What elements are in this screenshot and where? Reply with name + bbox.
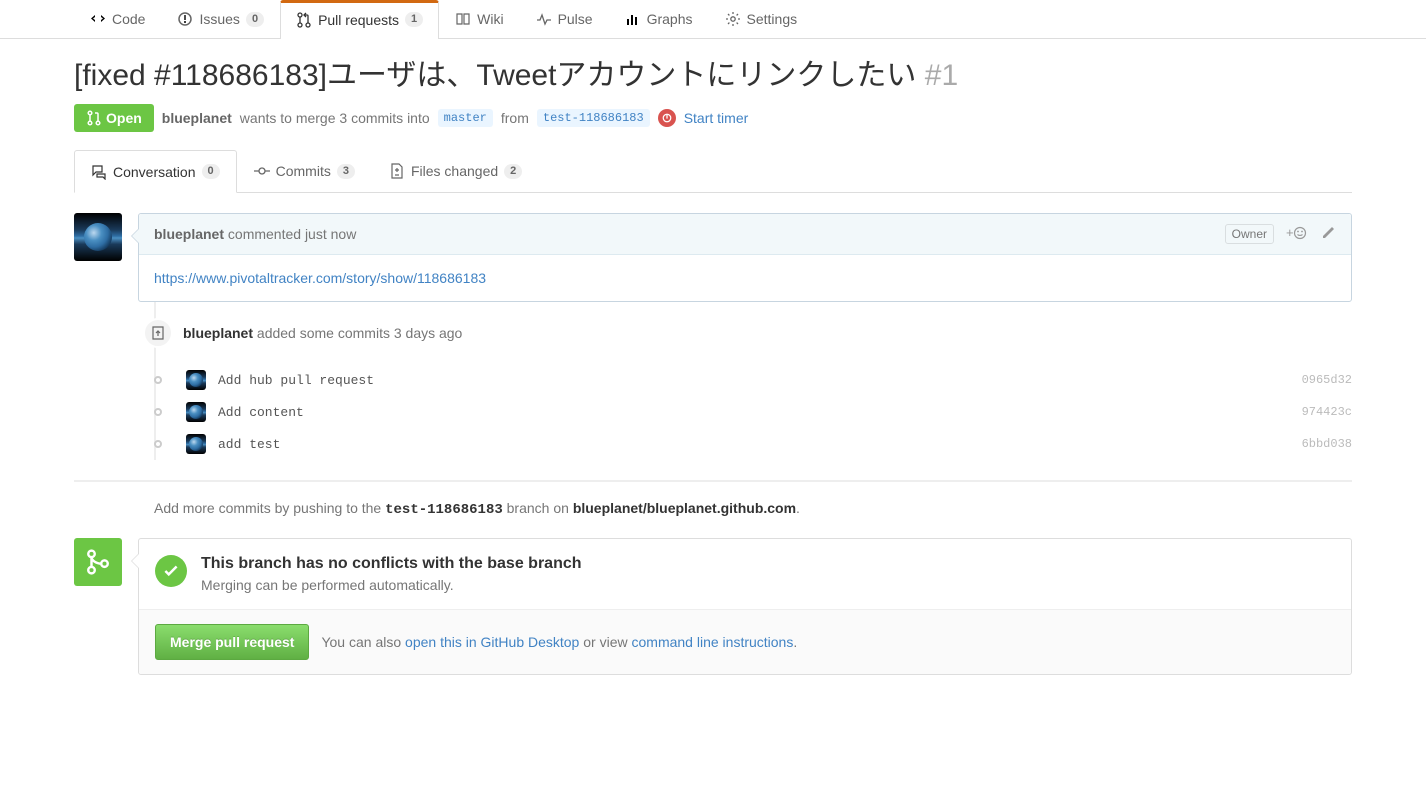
merge-button[interactable]: Merge pull request xyxy=(155,624,309,660)
tab-pulse[interactable]: Pulse xyxy=(520,0,609,38)
subtab-commits[interactable]: Commits 3 xyxy=(237,150,372,192)
pr-number: #1 xyxy=(925,59,958,92)
edit-comment-button[interactable] xyxy=(1320,225,1336,244)
tab-wiki[interactable]: Wiki xyxy=(439,0,519,38)
avatar[interactable] xyxy=(186,370,206,390)
commit-row[interactable]: Add hub pull request 0965d32 xyxy=(158,364,1352,396)
merge-status-title: This branch has no conflicts with the ba… xyxy=(201,555,582,573)
cli-instructions-link[interactable]: command line instructions xyxy=(632,634,794,650)
commit-sha[interactable]: 974423c xyxy=(1302,405,1352,419)
commit-dot-icon xyxy=(154,408,162,416)
commit-sha[interactable]: 0965d32 xyxy=(1302,373,1352,387)
gear-icon xyxy=(725,11,741,27)
commit-message[interactable]: add test xyxy=(218,437,1290,452)
comment: blueplanet commented just now Owner + xyxy=(138,213,1352,302)
push-hint: Add more commits by pushing to the test-… xyxy=(154,500,1352,518)
file-diff-icon xyxy=(389,163,405,179)
merge-also-text: You can also open this in GitHub Desktop… xyxy=(321,634,797,650)
comment-discussion-icon xyxy=(91,164,107,180)
merge-icon xyxy=(74,538,122,586)
tab-code[interactable]: Code xyxy=(74,0,161,38)
pull-request-icon xyxy=(86,110,102,126)
commits-count: 3 xyxy=(337,164,355,179)
commit-row[interactable]: add test 6bbd038 xyxy=(158,428,1352,460)
merge-box: This branch has no conflicts with the ba… xyxy=(138,538,1352,675)
pr-author[interactable]: blueplanet xyxy=(162,110,232,126)
open-desktop-link[interactable]: open this in GitHub Desktop xyxy=(405,634,579,650)
tab-issues[interactable]: Issues 0 xyxy=(161,0,280,38)
tab-issues-label: Issues xyxy=(199,11,239,27)
tab-settings-label: Settings xyxy=(747,11,798,27)
tab-code-label: Code xyxy=(112,11,145,27)
base-branch[interactable]: master xyxy=(438,109,493,127)
pulls-count: 1 xyxy=(405,12,423,27)
avatar[interactable] xyxy=(186,434,206,454)
timer-icon[interactable] xyxy=(658,109,676,127)
comment-author[interactable]: blueplanet xyxy=(154,226,224,242)
merge-text: wants to merge 3 commits into xyxy=(240,110,430,126)
owner-badge: Owner xyxy=(1225,224,1274,244)
commit-dot-icon xyxy=(154,376,162,384)
avatar[interactable] xyxy=(186,402,206,422)
pr-title: [fixed #118686183]ユーザは、Tweetアカウントにリンクしたい… xyxy=(74,59,1352,92)
commit-row[interactable]: Add content 974423c xyxy=(158,396,1352,428)
merge-status-sub: Merging can be performed automatically. xyxy=(201,577,582,593)
issues-count: 0 xyxy=(246,12,264,27)
tab-pulls-label: Pull requests xyxy=(318,12,399,28)
pulse-icon xyxy=(536,11,552,27)
tab-graphs[interactable]: Graphs xyxy=(609,0,709,38)
conversation-count: 0 xyxy=(202,164,220,179)
files-count: 2 xyxy=(504,164,522,179)
head-branch[interactable]: test-118686183 xyxy=(537,109,650,127)
graph-icon xyxy=(625,11,641,27)
tab-wiki-label: Wiki xyxy=(477,11,503,27)
state-badge: Open xyxy=(74,104,154,132)
svg-text:+: + xyxy=(1286,225,1294,240)
tab-pull-requests[interactable]: Pull requests 1 xyxy=(280,0,439,39)
commits-event-text: blueplanet added some commits 3 days ago xyxy=(183,325,462,341)
tab-pulse-label: Pulse xyxy=(558,11,593,27)
comment-link[interactable]: https://www.pivotaltracker.com/story/sho… xyxy=(154,270,486,286)
tab-graphs-label: Graphs xyxy=(647,11,693,27)
tab-settings[interactable]: Settings xyxy=(709,0,814,38)
commit-message[interactable]: Add content xyxy=(218,405,1290,420)
commit-message[interactable]: Add hub pull request xyxy=(218,373,1290,388)
commit-sha[interactable]: 6bbd038 xyxy=(1302,437,1352,451)
pull-request-icon xyxy=(296,12,312,28)
issue-icon xyxy=(177,11,193,27)
code-icon xyxy=(90,11,106,27)
commit-dot-icon xyxy=(154,440,162,448)
commit-icon xyxy=(254,163,270,179)
comment-action: commented just now xyxy=(228,226,356,242)
book-icon xyxy=(455,11,471,27)
start-timer-link[interactable]: Start timer xyxy=(684,110,749,126)
subtab-files[interactable]: Files changed 2 xyxy=(372,150,539,192)
subtab-conversation[interactable]: Conversation 0 xyxy=(74,150,237,193)
repo-push-icon xyxy=(143,318,173,348)
avatar[interactable] xyxy=(74,213,122,261)
add-reaction-button[interactable]: + xyxy=(1286,225,1308,244)
check-icon xyxy=(155,555,187,587)
